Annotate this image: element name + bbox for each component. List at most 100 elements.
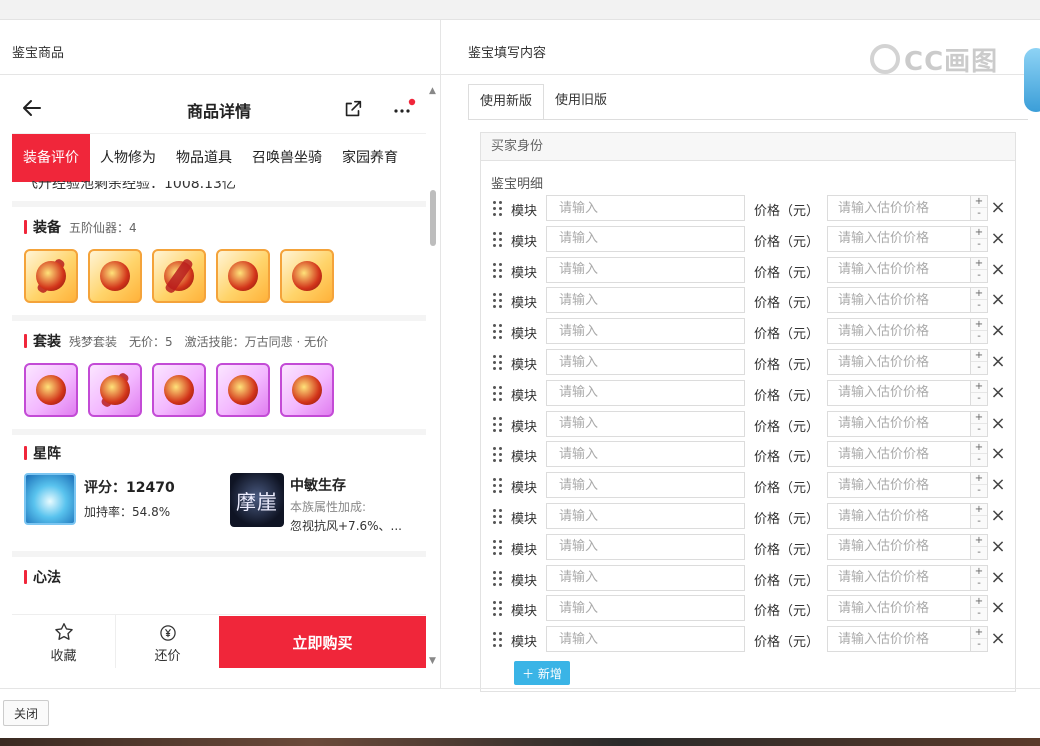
price-input[interactable] [827,472,972,499]
module-input[interactable] [546,595,745,622]
increment-button[interactable]: + [971,473,987,486]
suit-item-icon[interactable] [280,363,334,417]
decrement-button[interactable]: - [971,362,987,374]
decrement-button[interactable]: - [971,608,987,620]
delete-row-icon[interactable]: × [990,290,1006,310]
increment-button[interactable]: + [971,566,987,578]
decrement-button[interactable]: - [971,270,987,282]
equipment-item-icon[interactable] [24,249,78,303]
price-input[interactable] [827,595,972,622]
price-input[interactable] [827,318,972,345]
decrement-button[interactable]: - [971,454,987,466]
increment-button[interactable]: + [971,288,987,301]
drag-handle-icon[interactable] [493,447,503,463]
drag-handle-icon[interactable] [493,324,503,340]
price-input[interactable] [827,379,972,406]
suit-item-icon[interactable] [152,363,206,417]
phone-scrollbar[interactable]: ▲ ▼ [428,86,438,666]
delete-row-icon[interactable]: × [990,567,1006,588]
drag-handle-icon[interactable] [493,231,503,248]
module-input[interactable] [546,349,745,375]
more-icon[interactable] [390,98,416,120]
price-input[interactable] [827,564,972,591]
decrement-button[interactable]: - [971,208,987,220]
equipment-item-icon[interactable] [152,249,206,303]
favorite-button[interactable]: 收藏 [12,615,116,668]
suit-item-icon[interactable] [88,363,142,417]
drag-handle-icon[interactable] [493,385,503,402]
module-input[interactable] [546,441,745,468]
price-input[interactable] [827,626,972,653]
tab-items[interactable]: 物品道具 [166,134,242,182]
delete-row-icon[interactable]: × [990,352,1006,372]
module-input[interactable] [546,410,745,437]
back-arrow-icon[interactable] [20,96,44,120]
decrement-button[interactable]: - [971,516,987,528]
module-input[interactable] [546,318,745,345]
delete-row-icon[interactable]: × [990,228,1006,249]
tab-new-version[interactable]: 使用新版 [468,84,545,120]
decrement-button[interactable]: - [971,547,987,559]
drag-handle-icon[interactable] [493,570,503,587]
delete-row-icon[interactable]: × [990,259,1006,280]
drag-handle-icon[interactable] [493,262,503,279]
buyer-identity-header[interactable]: 买家身份 [481,133,1015,161]
equipment-item-icon[interactable] [88,249,142,303]
suit-item-icon[interactable] [216,363,270,417]
tab-character[interactable]: 人物修为 [90,134,166,182]
increment-button[interactable]: + [971,381,987,393]
drag-handle-icon[interactable] [493,601,503,617]
module-input[interactable] [546,195,745,221]
drag-handle-icon[interactable] [493,416,503,433]
delete-row-icon[interactable]: × [990,536,1006,557]
module-input[interactable] [546,503,745,529]
price-input[interactable] [827,195,972,221]
buy-now-button[interactable]: 立即购买 [219,616,426,668]
drag-handle-icon[interactable] [493,293,503,309]
scroll-up-arrow-icon[interactable]: ▲ [429,86,436,96]
module-input[interactable] [546,472,745,499]
increment-button[interactable]: + [971,442,987,455]
drag-handle-icon[interactable] [493,478,503,494]
price-input[interactable] [827,287,972,314]
increment-button[interactable]: + [971,258,987,270]
delete-row-icon[interactable]: × [990,321,1006,341]
decrement-button[interactable]: - [971,485,987,497]
side-float-icon[interactable] [1024,48,1040,112]
delete-row-icon[interactable]: × [990,444,1006,464]
price-input[interactable] [827,349,972,375]
decrement-button[interactable]: - [971,424,987,436]
decrement-button[interactable]: - [971,331,987,343]
drag-handle-icon[interactable] [493,201,503,217]
bargain-button[interactable]: 还价 [116,615,219,668]
add-row-button[interactable]: ＋ 新增 [514,661,570,685]
increment-button[interactable]: + [971,627,987,640]
decrement-button[interactable]: - [971,300,987,312]
tab-summon-mount[interactable]: 召唤兽坐骑 [242,134,332,182]
suit-item-icon[interactable] [24,363,78,417]
decrement-button[interactable]: - [971,639,987,651]
increment-button[interactable]: + [971,227,987,239]
increment-button[interactable]: + [971,319,987,332]
price-input[interactable] [827,533,972,560]
scroll-thumb[interactable] [430,190,436,246]
drag-handle-icon[interactable] [493,539,503,556]
module-input[interactable] [546,533,745,560]
decrement-button[interactable]: - [971,239,987,251]
scroll-down-arrow-icon[interactable]: ▼ [429,656,436,666]
delete-row-icon[interactable]: × [990,382,1006,403]
delete-row-icon[interactable]: × [990,413,1006,434]
tab-equipment-eval[interactable]: 装备评价 [12,134,90,182]
drag-handle-icon[interactable] [493,632,503,648]
module-input[interactable] [546,287,745,314]
increment-button[interactable]: + [971,596,987,609]
drag-handle-icon[interactable] [493,355,503,371]
delete-row-icon[interactable]: × [990,198,1006,218]
module-input[interactable] [546,564,745,591]
module-input[interactable] [546,256,745,283]
delete-row-icon[interactable]: × [990,629,1006,649]
increment-button[interactable]: + [971,350,987,362]
price-input[interactable] [827,225,972,252]
delete-row-icon[interactable]: × [990,475,1006,495]
module-input[interactable] [546,379,745,406]
